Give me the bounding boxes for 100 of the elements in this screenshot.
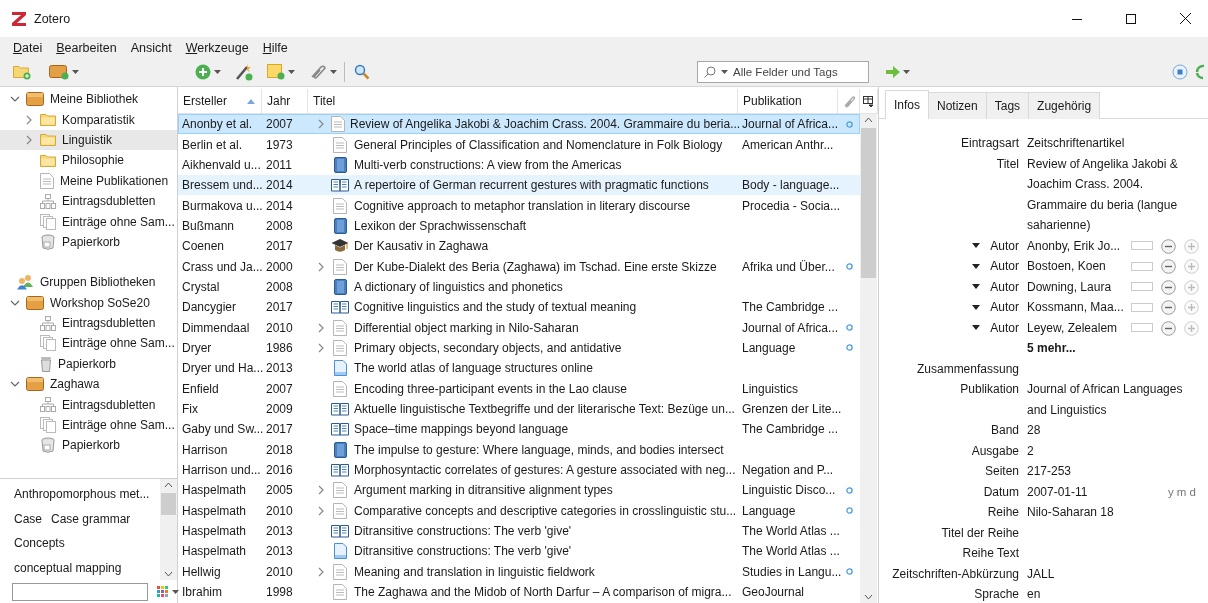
item-row[interactable]: Hellwig 2010 Meaning and translation in linguistic fieldwork Studies in Langu...: [178, 561, 860, 582]
chevron-icon[interactable]: [316, 261, 326, 272]
tree-item[interactable]: Philosophie: [0, 150, 177, 171]
creator-type-label[interactable]: Autor: [990, 256, 1019, 277]
add-creator-button[interactable]: [1184, 259, 1199, 274]
tree-item[interactable]: Papierkorb: [0, 231, 177, 253]
column-picker-icon[interactable]: [863, 95, 874, 107]
pane-tab[interactable]: Tags: [985, 92, 1030, 119]
add-creator-button[interactable]: [1184, 238, 1199, 254]
item-row[interactable]: Harrison und... 2016 Morphosyntactic correlates of gestures: A gesture associated with neg... Negation and P...: [178, 459, 860, 481]
item-row[interactable]: Haspelmath 2013 Ditransitive constructions: The verb 'give' The World Atlas ...: [178, 541, 860, 562]
remove-creator-button[interactable]: [1161, 238, 1176, 254]
creator-name[interactable]: Downing, Laura: [1027, 276, 1123, 297]
dropdown-triangle-icon[interactable]: [972, 243, 981, 249]
tree-item[interactable]: Einträge ohne Sam...: [0, 414, 177, 436]
chevron-icon[interactable]: [24, 134, 34, 145]
item-row[interactable]: Burmakova u... 2014 Cognitive approach to metaphor translation in literary discourse Procedia - Socia...: [178, 195, 860, 216]
item-row[interactable]: Gaby und Sw... 2017 Space–time mappings beyond language The Cambridge ...: [178, 419, 860, 440]
item-row[interactable]: Coenen 2017 Der Kausativ in Zaghawa: [178, 236, 860, 257]
column-header[interactable]: Jahr: [262, 89, 308, 113]
remove-creator-button[interactable]: [1161, 320, 1176, 336]
tree-item[interactable]: Einträge ohne Sam...: [0, 211, 177, 232]
chevron-icon[interactable]: [316, 505, 326, 516]
remove-creator-button[interactable]: [1161, 279, 1176, 295]
item-row[interactable]: Crass und Ja... 2000 Der Kube-Dialekt des Beria (Zaghawa) im Tschad. Eine erste Skizze Afrika und Über...: [178, 256, 860, 277]
chevron-icon[interactable]: [316, 119, 326, 130]
tree-item[interactable]: Eintragsdubletten: [0, 312, 177, 334]
chevron-icon[interactable]: [24, 114, 34, 125]
scrollbar-thumb[interactable]: [161, 493, 176, 515]
tag[interactable]: conceptual mapping: [14, 555, 122, 580]
tree-item[interactable]: Linguistik: [0, 129, 177, 151]
tree-item[interactable]: Komparatistik: [0, 109, 177, 130]
item-row[interactable]: Haspelmath 2010 Comparative concepts and descriptive categories in crosslinguistic stu... Language: [178, 500, 860, 521]
menu-item[interactable]: Bearbeiten: [49, 40, 124, 55]
tree-item[interactable]: Meine Publikationen: [0, 170, 177, 191]
field-value[interactable]: Zeitschriftenartikel: [1027, 133, 1185, 154]
creator-type-label[interactable]: Autor: [990, 317, 1019, 338]
item-row[interactable]: Enfield 2007 Encoding three-participant events in the Lao clause Linguistics: [178, 378, 860, 399]
creator-type-label[interactable]: Autor: [990, 297, 1019, 318]
column-header[interactable]: Titel: [308, 89, 738, 113]
creator-name[interactable]: Kossmann, Maa...: [1027, 297, 1123, 318]
creator-name[interactable]: Bostoen, Koen: [1027, 256, 1123, 277]
tree-item[interactable]: Einträge ohne Sam...: [0, 333, 177, 354]
remove-creator-button[interactable]: [1161, 259, 1176, 274]
item-row[interactable]: Bressem und... 2014 A repertoire of German recurrent gestures with pragmatic functions Body - language...: [178, 175, 860, 196]
dropdown-triangle-icon[interactable]: [972, 304, 981, 310]
item-row[interactable]: Anonby et al. 2007 Review of Angelika Jakobi & Joachim Crass. 2004. Grammaire du beria...Journal of Africa...: [178, 114, 860, 135]
tree-item[interactable]: Zaghawa: [0, 374, 177, 395]
tree-item[interactable]: Eintragsdubletten: [0, 190, 177, 212]
item-row[interactable]: Ibrahim 1998 The Zaghawa and the Midob of North Darfur – A comparison of migra... GeoJournal: [178, 581, 860, 603]
field-value[interactable]: Nilo-Saharan 18: [1027, 502, 1185, 523]
tag[interactable]: Concepts: [14, 531, 65, 556]
remove-creator-button[interactable]: [1161, 300, 1176, 315]
scrollbar[interactable]: [160, 479, 177, 580]
creator-name[interactable]: Leyew, Zelealem: [1027, 317, 1123, 338]
item-row[interactable]: Bußmann 2008 Lexikon der Sprachwissenschaft: [178, 215, 860, 237]
item-row[interactable]: Haspelmath 2005 Argument marking in ditransitive alignment types Linguistic Disco...: [178, 480, 860, 501]
add-creator-button[interactable]: [1184, 300, 1199, 315]
add-creator-button[interactable]: [1184, 320, 1199, 336]
menu-item[interactable]: Werkzeuge: [178, 40, 256, 55]
creator-type-label[interactable]: Autor: [990, 276, 1019, 297]
field-value[interactable]: JALL: [1027, 563, 1185, 584]
tree-item[interactable]: Gruppen Bibliotheken: [0, 272, 177, 293]
item-row[interactable]: Dimmendaal 2010 Differential object marking in Nilo-Saharan Journal of Africa...: [178, 317, 860, 338]
item-row[interactable]: Harrison 2018 The impulse to gesture: Where language, minds, and bodies intersect: [178, 439, 860, 460]
tag[interactable]: Case: [14, 506, 42, 531]
field-value[interactable]: Journal of African Languages and Linguistics: [1027, 379, 1185, 420]
search-field[interactable]: Alle Felder und Tags: [697, 61, 869, 83]
chevron-icon[interactable]: [316, 322, 326, 333]
field-value[interactable]: 2007-01-11: [1027, 481, 1088, 502]
dropdown-triangle-icon[interactable]: [972, 284, 981, 290]
column-header[interactable]: Publikation: [738, 89, 838, 113]
field-value[interactable]: 2: [1027, 440, 1185, 461]
scrollbar-thumb[interactable]: [861, 128, 876, 278]
column-header[interactable]: Ersteller: [178, 89, 262, 113]
chevron-icon[interactable]: [316, 566, 326, 577]
tree-item[interactable]: Papierkorb: [0, 435, 177, 456]
chevron-icon[interactable]: [316, 485, 326, 496]
tag-filter-field[interactable]: [12, 582, 148, 601]
creator-name[interactable]: Anonby, Erik Jo...: [1027, 235, 1123, 256]
menu-item[interactable]: Hilfe: [255, 40, 295, 55]
pane-tab[interactable]: Zugehörig: [1028, 92, 1101, 119]
more-creators-link[interactable]: 5 mehr...: [1027, 338, 1076, 359]
tree-item[interactable]: Workshop SoSe20: [0, 292, 177, 313]
tree-item[interactable]: Papierkorb: [0, 353, 177, 375]
menu-item[interactable]: Datei: [6, 40, 50, 55]
item-row[interactable]: Dancygier 2017 Cognitive linguistics and the study of textual meaning The Cambridge ...: [178, 297, 860, 318]
tag[interactable]: Case grammar: [51, 506, 131, 531]
pane-tab[interactable]: Notizen: [928, 92, 987, 119]
field-value[interactable]: 28: [1027, 420, 1185, 441]
tree-item[interactable]: Eintragsdubletten: [0, 394, 177, 415]
dropdown-triangle-icon[interactable]: [972, 263, 981, 269]
dropdown-triangle-icon[interactable]: [972, 325, 981, 331]
item-row[interactable]: Dryer und Ha... 2013 The world atlas of language structures online: [178, 358, 860, 379]
field-value[interactable]: en: [1027, 584, 1185, 603]
sync-status-button[interactable]: [1169, 61, 1191, 83]
item-row[interactable]: Crystal 2008 A dictionary of linguistics and phonetics: [178, 276, 860, 298]
tag[interactable]: Anthropomorphous met...: [14, 482, 150, 507]
item-row[interactable]: Fix 2009 Aktuelle linguistische Textbegriffe und der literarische Text: Bezüge un... Grenzen der Lite...: [178, 398, 860, 420]
item-row[interactable]: Haspelmath 2013 Ditransitive constructions: The verb 'give' The World Atlas ...: [178, 520, 860, 542]
